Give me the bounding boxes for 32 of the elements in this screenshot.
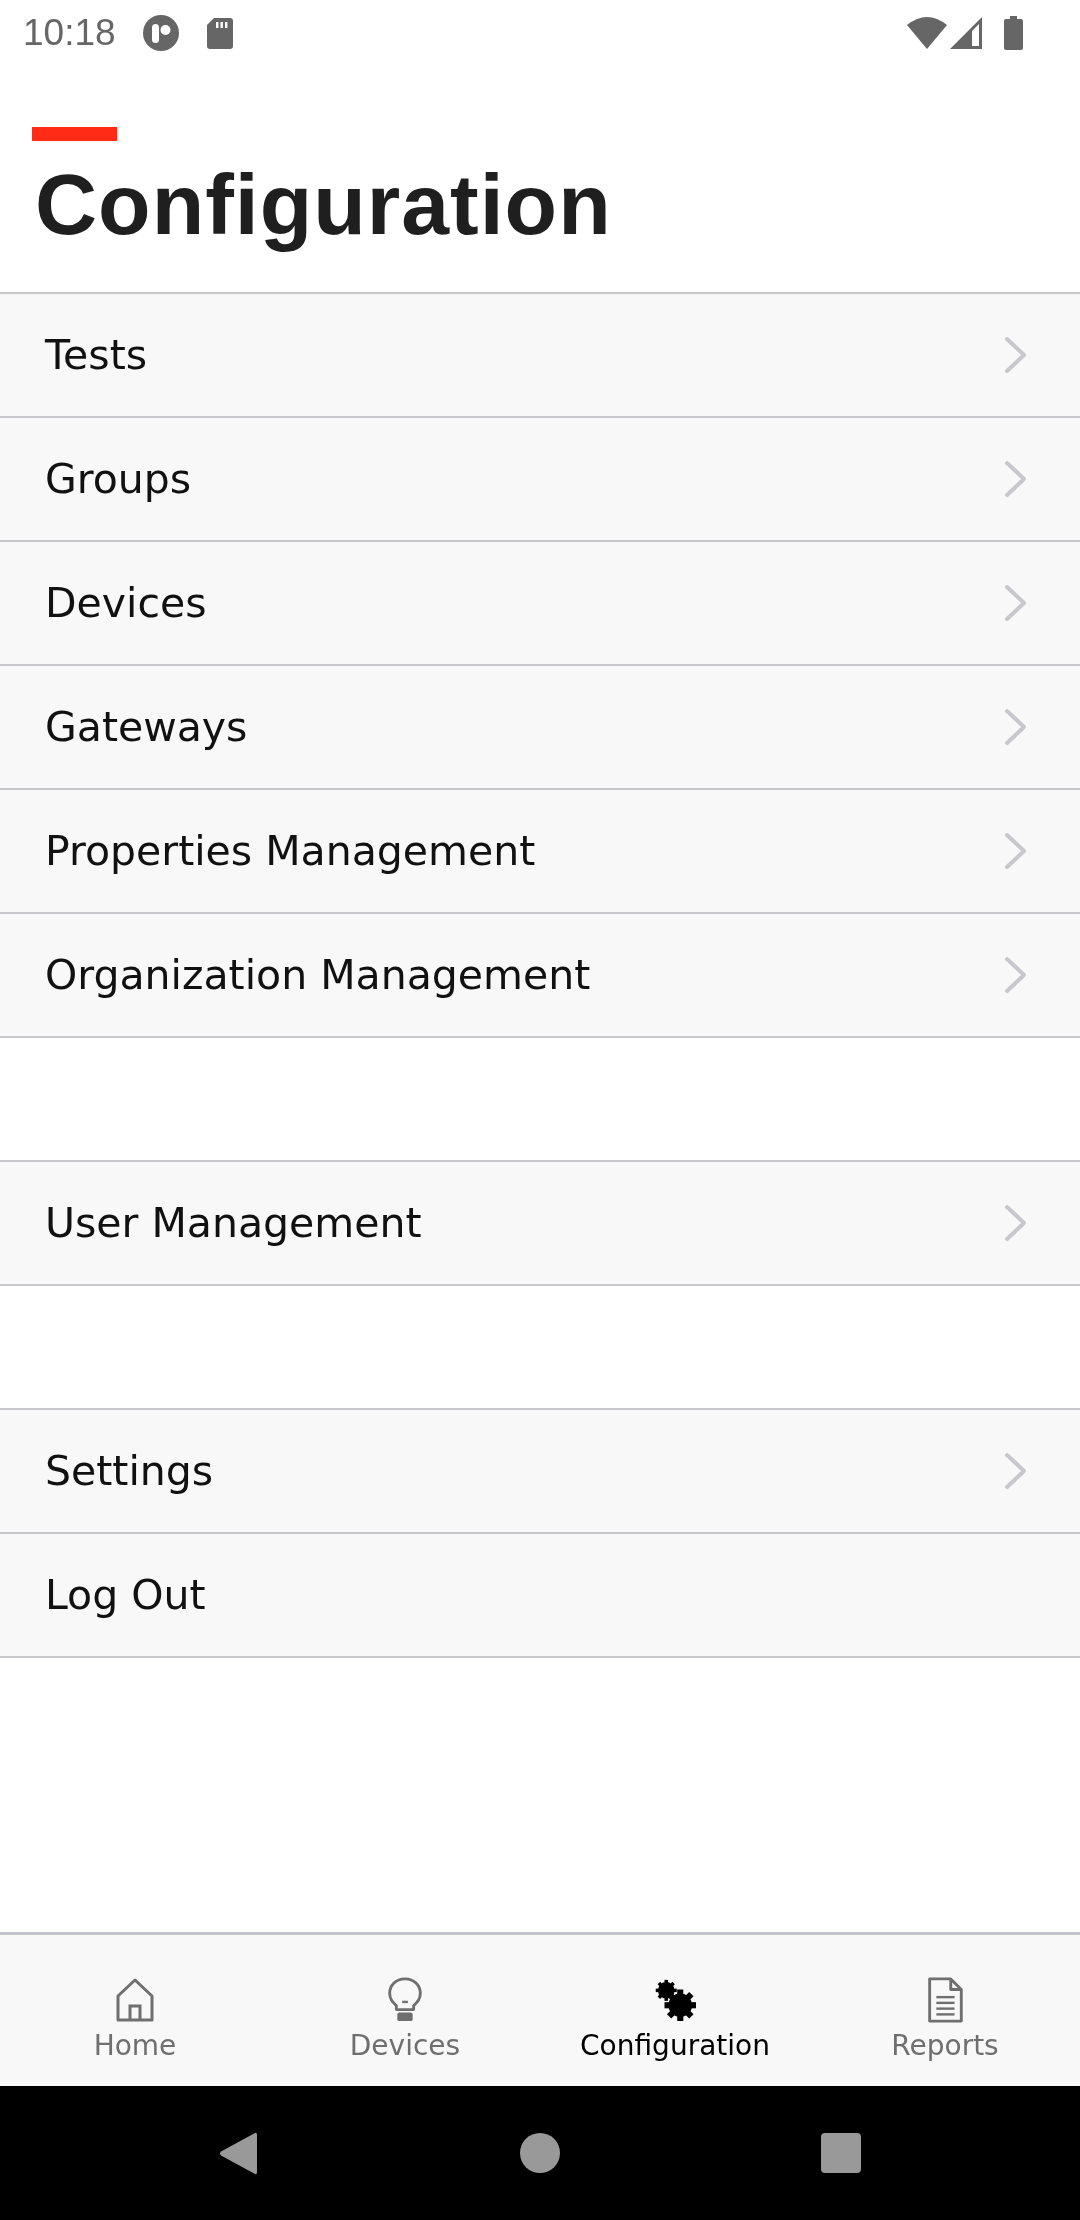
nav-tab[interactable]: Home	[0, 1935, 270, 2086]
chevron-icon	[1004, 584, 1028, 622]
chevron-icon	[1004, 832, 1028, 870]
page-title: Configuration	[35, 155, 613, 254]
menu-item[interactable]: Gateways	[0, 666, 1080, 790]
nav-tab[interactable]: Reports	[810, 1935, 1080, 2086]
menu-item[interactable]: Organization Management	[0, 914, 1080, 1038]
back-icon[interactable]	[219, 2130, 257, 2176]
menu-item[interactable]: Tests	[0, 294, 1080, 418]
sd-card-icon	[206, 17, 233, 49]
menu-item[interactable]: User Management	[0, 1162, 1080, 1286]
menu-item[interactable]: Log Out	[0, 1534, 1080, 1658]
menu-item[interactable]: Groups	[0, 418, 1080, 542]
battery-icon	[1004, 16, 1023, 50]
chevron-icon	[1004, 1204, 1028, 1242]
status-time: 10:18	[23, 12, 116, 54]
menu-item[interactable]: Devices	[0, 542, 1080, 666]
menu-item[interactable]: Properties Management	[0, 790, 1080, 914]
chevron-icon	[1004, 460, 1028, 498]
chevron-icon	[1004, 1452, 1028, 1490]
chevron-icon	[1004, 956, 1028, 994]
chevron-icon	[1004, 336, 1028, 374]
menu-item[interactable]: Settings	[0, 1410, 1080, 1534]
nav-tab[interactable]: Configuration	[540, 1935, 810, 2086]
circle-logo-icon	[142, 15, 179, 51]
house-icon	[114, 1977, 156, 2023]
wifi-icon	[907, 17, 947, 49]
signal-icon	[950, 17, 982, 49]
chevron-icon	[1004, 708, 1028, 746]
nav-tab[interactable]: Devices	[270, 1935, 540, 2086]
gears-icon	[654, 1977, 696, 2023]
home-icon[interactable]	[520, 2133, 560, 2173]
